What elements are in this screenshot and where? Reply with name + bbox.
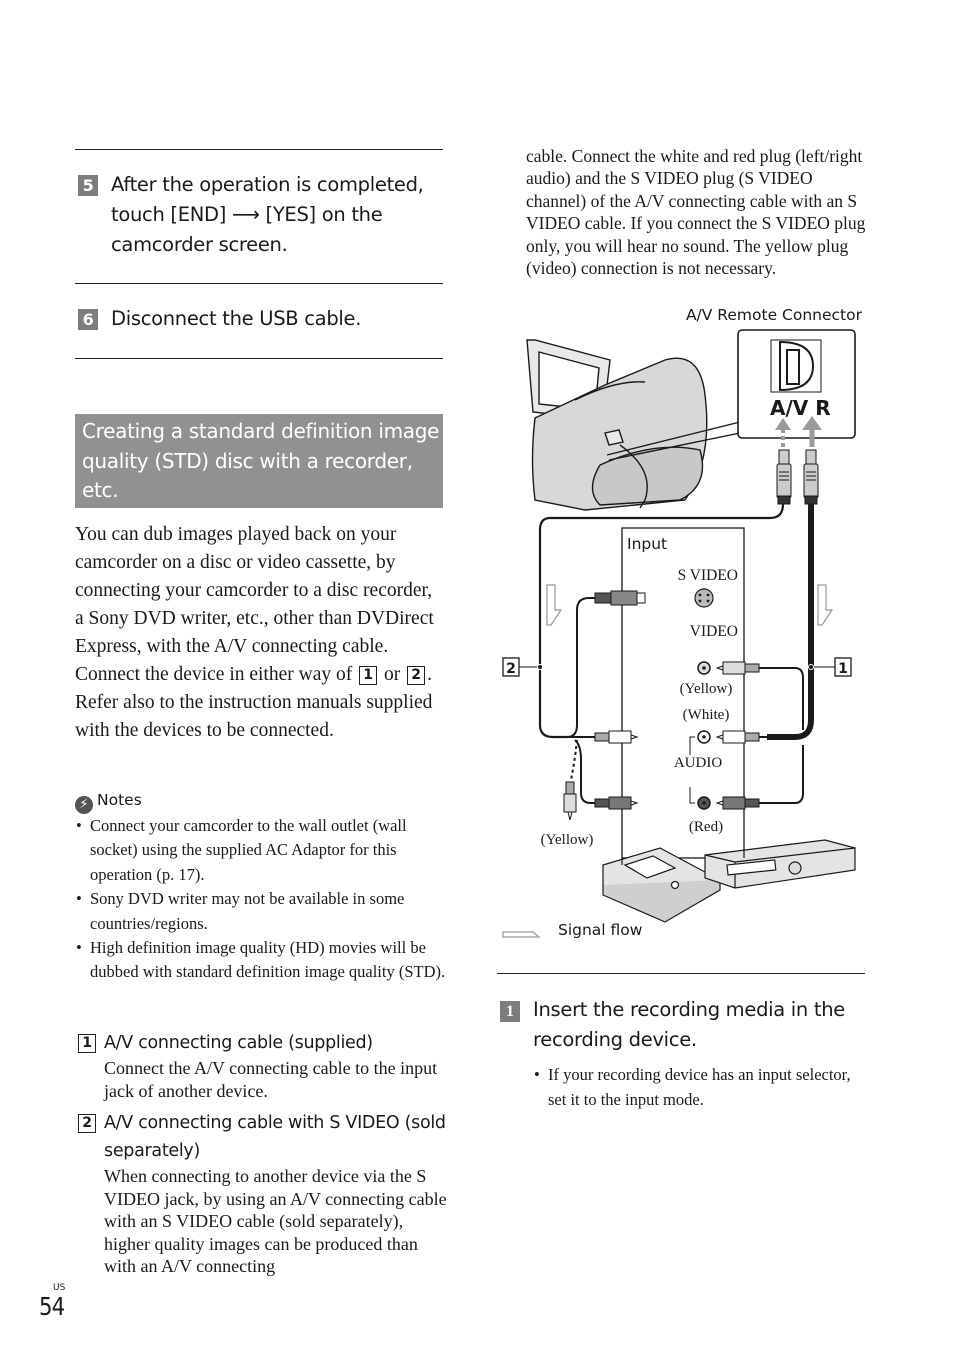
cable-1-line [767,504,814,740]
dvd-writer-illustration [602,847,722,923]
cable-description: Connect the A/V connecting cable to the … [104,1058,438,1101]
intro-paragraph: You can dub images played back on your c… [75,524,434,741]
jack-center [702,666,706,670]
step-1-bullets: If your recording device has an input se… [534,1062,854,1112]
step-text: After the operation is completed, touch … [111,173,424,256]
video-label: VIDEO [690,623,738,640]
step-1: 1 Insert the recording media in the reco… [497,995,867,1055]
svg-text:2: 2 [506,661,516,677]
rca-plug-red-cable-2 [574,739,639,810]
callout-1: 1 [808,657,852,677]
bullet-item: If your recording device has an input se… [534,1062,854,1112]
legend-label: Signal flow [558,921,643,939]
step-6: 6 Disconnect the USB cable. [75,304,445,334]
step-text: Insert the recording media in the record… [533,998,845,1051]
page-number: 54 [39,1292,65,1321]
note-item: Sony DVD writer may not be available in … [75,887,447,936]
connector-title: A/V Remote Connector [686,306,863,324]
av-plug-left [776,449,792,505]
cable-number-box: 1 [78,1034,96,1053]
svideo-jack-icon [694,588,714,608]
svideo-plug [566,590,646,738]
note-item: High definition image quality (HD) movie… [75,936,447,985]
camcorder-illustration [526,339,741,511]
step-text: Disconnect the USB cable. [111,307,362,330]
yellow-plug-label: (Yellow) [541,832,594,848]
divider [75,149,443,150]
divider [497,973,865,974]
connector-label: A/V R [770,396,831,420]
note-item: Connect your camcorder to the wall outle… [75,814,447,887]
divider [75,358,443,359]
jack-center [702,735,706,739]
cable-number-box: 2 [78,1114,96,1133]
svideo-label: S VIDEO [678,567,738,584]
white-label: (White) [683,707,730,723]
cable-description: When connecting to another device via th… [104,1166,447,1276]
step-number-badge: 5 [78,175,98,196]
callout-2: 2 [502,657,543,677]
signal-flow-arrow-icon [817,584,834,626]
vcr-illustration [704,839,856,889]
input-label: Input [627,535,667,553]
red-label: (Red) [689,819,723,835]
arrow-right-icon: ⟶ [231,203,260,226]
cable-item-2: 2 A/V connecting cable with S VIDEO (sol… [75,1109,447,1278]
audio-bracket [689,787,695,804]
step-number-badge: 6 [78,309,98,330]
jack-center [702,801,706,805]
rca-plug-yellow-unused [563,739,578,821]
notes-heading: ⚡ Notes [75,789,142,814]
notes-list: Connect your camcorder to the wall outle… [75,814,447,985]
cable-ref-1: 1 [359,666,378,685]
cable-title: 2 A/V connecting cable with S VIDEO (sol… [75,1109,447,1165]
continued-paragraph: cable. Connect the white and red plug (l… [526,146,866,279]
cable-item-1: 1 A/V connecting cable (supplied) Connec… [75,1029,447,1102]
cable-ref-2: 2 [407,666,426,685]
section-heading: Creating a standard definition image qua… [75,414,443,508]
signal-flow-arrow-icon [546,584,563,626]
cable-title: 1 A/V connecting cable (supplied) [75,1029,447,1057]
rca-plug-red [715,745,804,810]
rca-plug-white [715,730,795,744]
step-number-badge: 1 [500,1001,520,1022]
svg-text:1: 1 [838,661,848,677]
yellow-label: (Yellow) [680,681,733,697]
step-5: 5 After the operation is completed, touc… [75,170,445,260]
divider [75,283,443,284]
connection-diagram: A/V Remote Connector A/V R Input S VIDEO… [495,300,870,950]
audio-label: AUDIO [674,755,722,771]
av-plug-right [803,449,819,505]
notes-caution-icon: ⚡ [75,796,93,814]
signal-flow-legend-icon [502,931,541,938]
audio-bracket [689,736,695,755]
